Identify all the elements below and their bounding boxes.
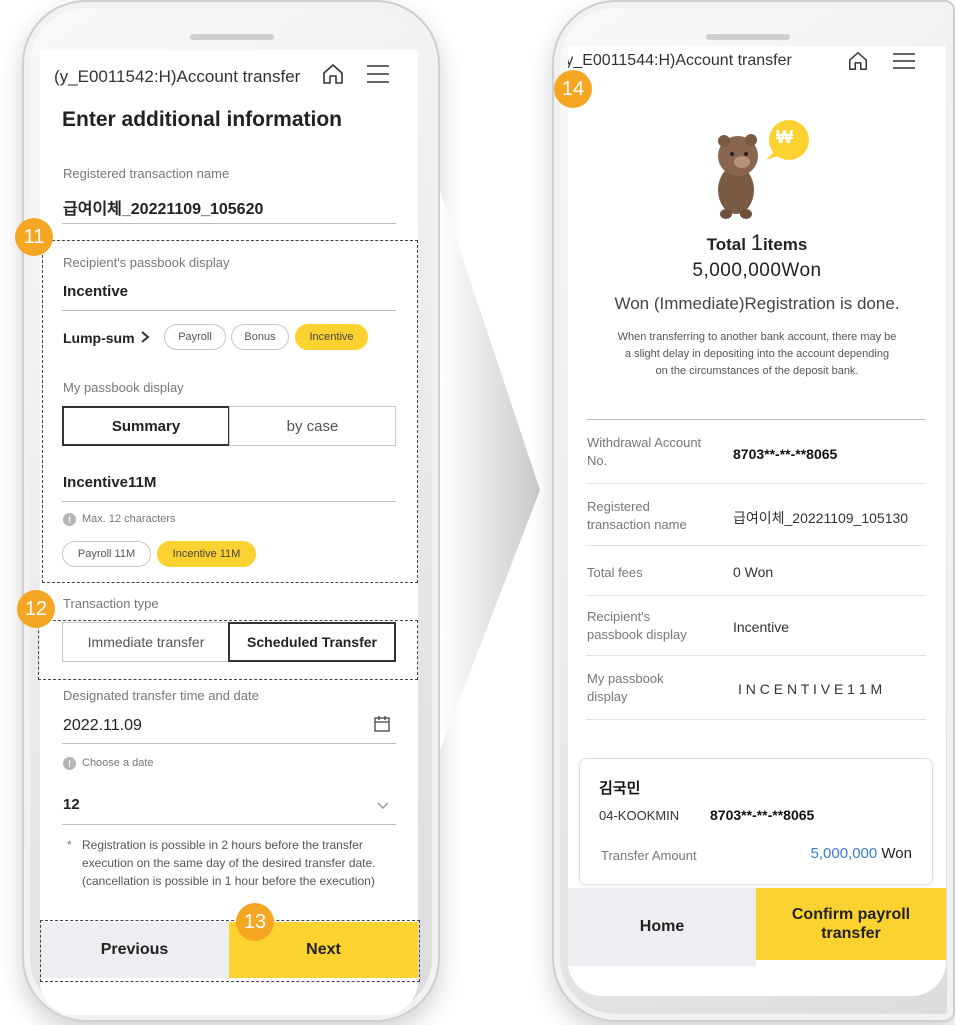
highlight-box-13 (40, 920, 420, 982)
home-icon[interactable] (321, 62, 345, 91)
row-my-label-1: My passbook (587, 671, 664, 686)
row-my-label-2: display (587, 689, 628, 704)
row-divider (586, 595, 926, 596)
confirm-label-line-2: transfer (821, 925, 881, 942)
notice-line-2: a slight delay in depositing into the ac… (624, 348, 890, 360)
row-recip-label-2: passbook display (587, 627, 687, 642)
registered-name-label: Registered transaction name (63, 166, 230, 181)
recipient-account: 8703**-**-**8065 (710, 807, 815, 823)
note-line-2: execution on the same day of the desired… (82, 856, 376, 870)
choose-date-hint: Choose a date (82, 757, 154, 769)
info-icon: ! (63, 757, 76, 770)
highlight-box-12 (38, 620, 418, 680)
row-regname-label-1: Registered (587, 499, 650, 514)
total-items-line: Total 1items (568, 230, 946, 256)
screen-registration-done: (y_E0011544:H)Account transfer ₩ Total 1… (568, 46, 946, 996)
row-withdrawal-label-2: No. (587, 453, 608, 468)
row-recip-label-1: Recipient's (587, 609, 651, 624)
row-regname-label-2: transaction name (587, 517, 687, 532)
withdrawal-account-value: 8703**-**-**8065 (733, 446, 838, 462)
confirm-label-line-1: Confirm payroll (791, 906, 911, 923)
row-divider (586, 719, 926, 720)
date-input[interactable]: 2022.11.09 (63, 717, 142, 735)
header-title: (y_E0011544:H)Account transfer (568, 52, 792, 69)
transfer-amount-value: 5,000,000 (810, 845, 878, 862)
recipient-name: 김국민 (599, 780, 641, 797)
hour-underline (62, 824, 396, 825)
hour-select[interactable]: 12 (63, 796, 80, 813)
step-badge-12: 12 (17, 590, 55, 628)
recipient-display-value: Incentive (733, 619, 790, 635)
home-button[interactable]: Home (568, 888, 756, 966)
menu-icon[interactable] (366, 64, 390, 89)
summary-divider (586, 419, 926, 420)
designated-date-label: Designated transfer time and date (63, 688, 259, 703)
note-line-3: (cancellation is possible in 1 hour befo… (82, 874, 375, 888)
transition-arrow (440, 190, 540, 750)
row-withdrawal-label-1: Withdrawal Account (587, 435, 702, 450)
step-badge-11: 11 (15, 218, 53, 256)
total-count: 1 (750, 230, 763, 255)
transfer-amount-currency: Won (881, 845, 912, 862)
transfer-amount: 5,000,000 Won (568, 845, 912, 862)
header-title: (y_E0011542:H)Account transfer (54, 67, 301, 86)
note-star: * (67, 838, 72, 852)
confirm-payroll-transfer-button[interactable]: Confirm payroll transfer (756, 888, 946, 960)
won-coin-icon: ₩ (776, 127, 793, 147)
my-display-value: I N C E N T I V E 1 1 M (738, 681, 883, 697)
menu-icon[interactable] (892, 52, 916, 75)
total-amount: 5,000,000Won (692, 260, 822, 281)
total-prefix: Total (706, 235, 751, 254)
registration-done-text: Won (Immediate)Registration is done. (614, 294, 900, 313)
notice-line-1: When transferring to another bank accoun… (617, 331, 897, 343)
registered-name-value: 급여이체_20221109_105130 (733, 510, 909, 526)
transaction-type-label: Transaction type (63, 596, 159, 611)
calendar-icon[interactable] (373, 715, 391, 738)
recipient-bank: 04-KOOKMIN (599, 808, 680, 823)
total-suffix: items (762, 235, 808, 254)
row-divider (586, 483, 926, 484)
note-line-1: Registration is possible in 2 hours befo… (82, 838, 363, 852)
step-badge-14: 14 (554, 70, 592, 108)
home-icon[interactable] (847, 50, 869, 77)
row-divider (586, 545, 926, 546)
date-underline (62, 743, 396, 744)
total-fees-value: 0 Won (733, 564, 774, 580)
registered-name-input[interactable]: 급여이체_20221109_105620 (63, 195, 263, 219)
chevron-down-icon[interactable] (376, 798, 390, 816)
phone-speaker-left (190, 34, 274, 40)
registered-name-underline (62, 223, 396, 224)
row-fees-label: Total fees (587, 565, 643, 580)
highlight-box-11 (42, 240, 418, 583)
phone-speaker-right (706, 34, 790, 40)
step-badge-13: 13 (236, 903, 274, 941)
page-title: Enter additional information (62, 108, 343, 131)
row-divider (586, 655, 926, 656)
notice-line-3: on the circumstances of the deposit bank… (655, 365, 859, 377)
bear-mascot-illustration (718, 120, 809, 219)
